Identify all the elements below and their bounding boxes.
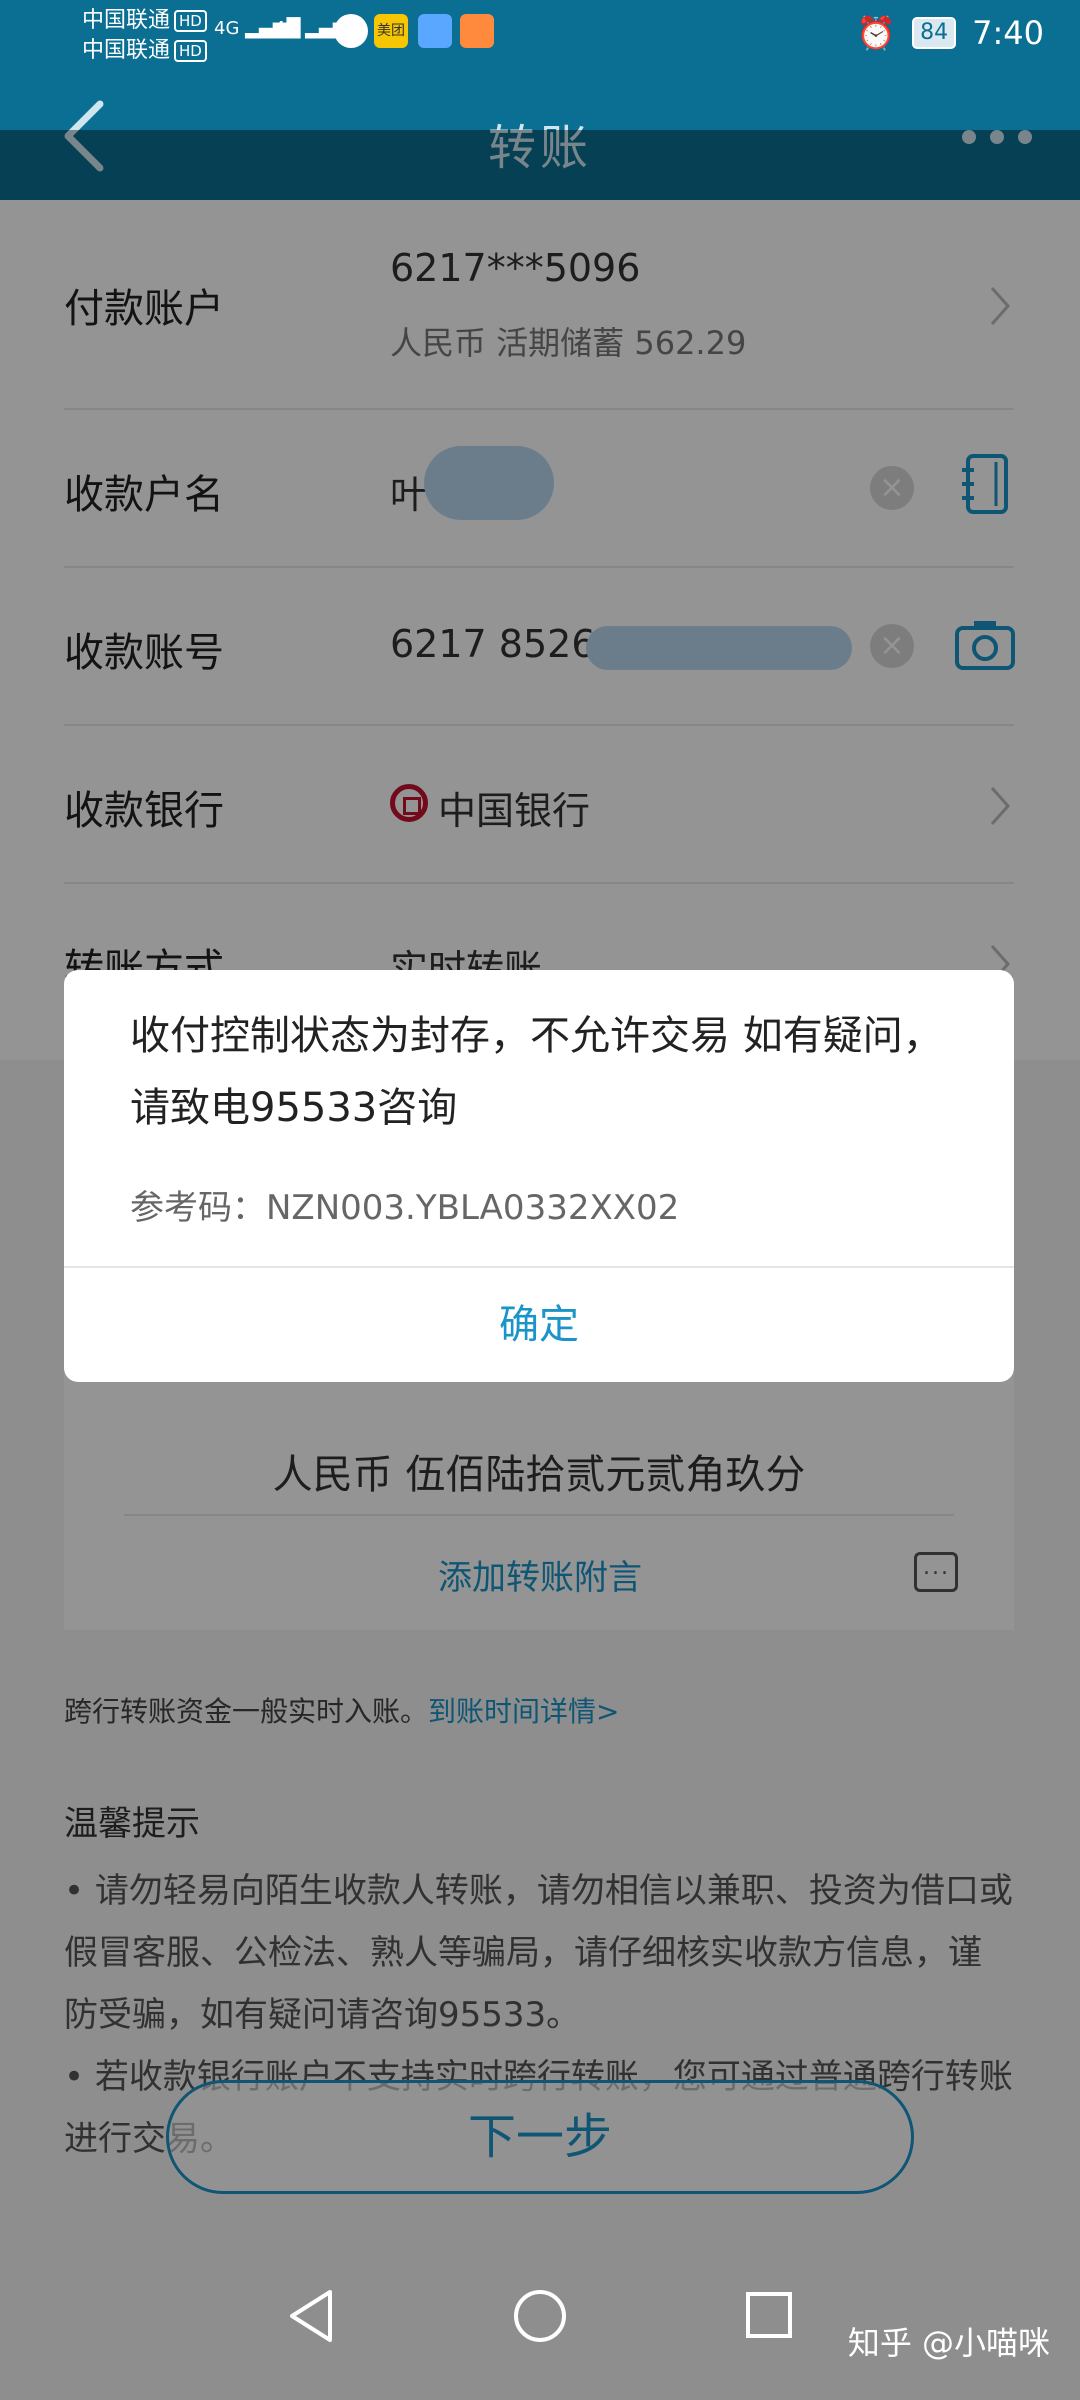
clock: 7:40 bbox=[972, 14, 1044, 52]
status-bar: 中国联通 HD 中国联通 HD 4G ▂▄▆█ 4G ▂▄▆█ 美团 ⏰ 84 7:… bbox=[0, 0, 1080, 72]
alarm-icon: ⏰ bbox=[856, 14, 897, 52]
alert-dialog: 收付控制状态为封存，不允许交易 如有疑问，请致电95533咨询 参考码：NZN0… bbox=[64, 970, 1014, 1382]
battery-icon: 84 bbox=[912, 17, 957, 49]
system-home-icon[interactable] bbox=[514, 2290, 566, 2342]
video-app-icon bbox=[460, 14, 494, 48]
app-icon bbox=[418, 14, 452, 48]
carrier-2: 中国联通 HD bbox=[82, 38, 207, 64]
system-back-icon[interactable] bbox=[286, 2288, 336, 2344]
status-right: ⏰ 84 7:40 bbox=[856, 14, 1044, 52]
system-recents-icon[interactable] bbox=[746, 2292, 792, 2338]
dialog-message: 收付控制状态为封存，不允许交易 如有疑问，请致电95533咨询 bbox=[130, 1013, 943, 1131]
message-icon bbox=[334, 14, 368, 48]
watermark: 知乎 @小喵咪 bbox=[847, 2324, 1050, 2362]
dialog-reference-code: 参考码：NZN003.YBLA0332XX02 bbox=[130, 1188, 680, 1228]
transfer-screen: 中国联通 HD 中国联通 HD 4G ▂▄▆█ 4G ▂▄▆█ 美团 ⏰ 84 7:… bbox=[0, 0, 1080, 2400]
carrier-1: 中国联通 HD bbox=[82, 8, 207, 34]
confirm-button[interactable]: 确定 bbox=[64, 1268, 1014, 1382]
meituan-icon: 美团 bbox=[374, 14, 408, 48]
